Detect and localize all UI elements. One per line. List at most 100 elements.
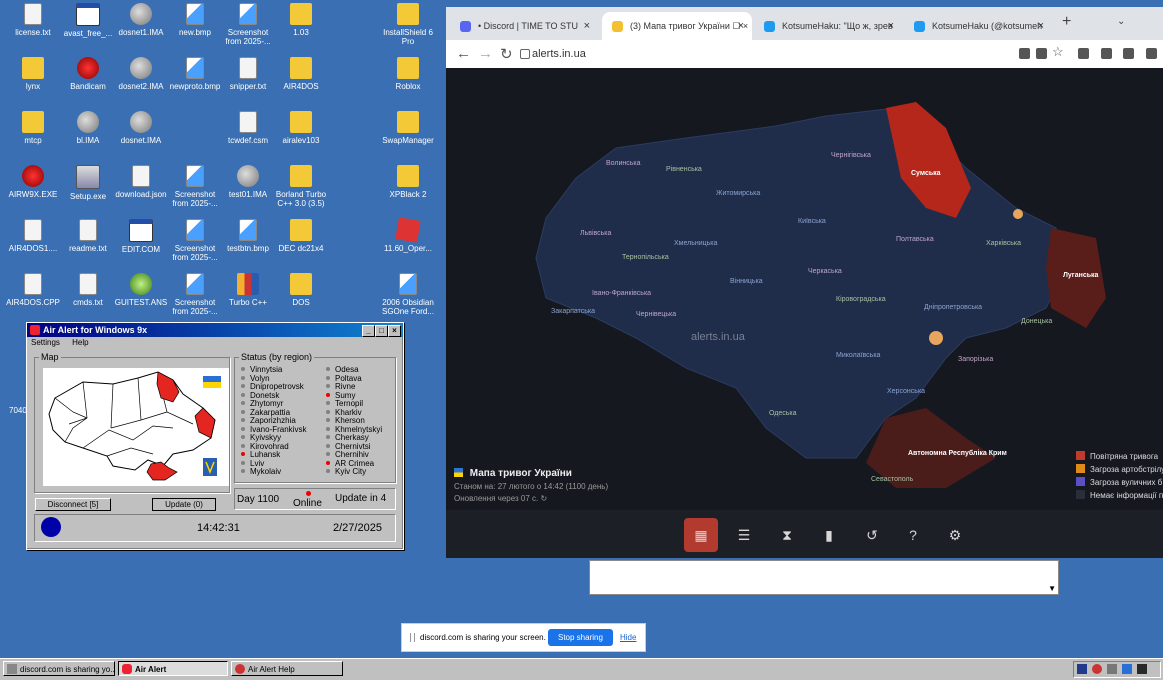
desktop-icon[interactable]: Borland Turbo C++ 3.0 (3.5): [273, 165, 329, 208]
help-icon[interactable]: ?: [896, 518, 930, 552]
list-icon[interactable]: ☰: [727, 518, 761, 552]
address-bar[interactable]: alerts.in.ua: [532, 45, 586, 63]
extensions-icon[interactable]: [1101, 48, 1112, 59]
install-app-icon[interactable]: [1019, 48, 1030, 59]
update-button[interactable]: Update (0): [152, 498, 216, 511]
desktop-icon[interactable]: GUITEST.ANS: [113, 273, 169, 307]
tab-discord[interactable]: • Discord | TIME TO STU ×: [450, 12, 598, 40]
desktop-icon[interactable]: Turbo C++: [220, 273, 276, 307]
map-icon[interactable]: ▦: [684, 518, 718, 552]
menu-help[interactable]: Help: [72, 338, 88, 347]
map-region-label[interactable]: Тернопільська: [622, 254, 669, 261]
lab-icon[interactable]: [1123, 48, 1134, 59]
desktop-icon[interactable]: bl.IMA: [60, 111, 116, 145]
desktop-icon[interactable]: 1.03: [273, 3, 329, 37]
menu-settings[interactable]: Settings: [31, 338, 60, 347]
desktop-icon[interactable]: AIR4DOS: [273, 57, 329, 91]
desktop-icon[interactable]: test01.IMA: [220, 165, 276, 199]
network-icon[interactable]: [1107, 664, 1117, 674]
desktop-icon[interactable]: cmds.txt: [60, 273, 116, 307]
map-region-label[interactable]: Волинська: [606, 160, 641, 167]
new-tab-icon[interactable]: +: [1062, 13, 1071, 31]
desktop-icon[interactable]: InstallShield 6 Pro: [380, 3, 436, 46]
map-region-label[interactable]: Хмельницька: [674, 240, 717, 247]
map-region-label[interactable]: Луганська: [1063, 272, 1098, 279]
site-info-icon[interactable]: [520, 49, 530, 59]
map-region-label[interactable]: Сумська: [911, 170, 941, 177]
hide-button[interactable]: Hide: [620, 624, 636, 651]
map-region-label[interactable]: Донецька: [1021, 318, 1052, 325]
map-region-label[interactable]: Одеська: [769, 410, 797, 417]
desktop-icon[interactable]: testbtn.bmp: [220, 219, 276, 253]
tab-close-icon[interactable]: ×: [584, 12, 590, 40]
tray-app-icon[interactable]: [1092, 664, 1102, 674]
back-icon[interactable]: ←: [456, 45, 471, 62]
minimize-button[interactable]: _: [362, 325, 375, 337]
map-region-label[interactable]: Львівська: [580, 230, 611, 237]
desktop-icon[interactable]: Roblox: [380, 57, 436, 91]
desktop-icon[interactable]: 11.60_Oper...: [380, 217, 436, 253]
air-alert-title-bar[interactable]: Air Alert for Windows 9x _ □ ×: [27, 323, 403, 337]
refresh-icon[interactable]: ↻: [540, 494, 547, 503]
desktop-icon[interactable]: license.txt: [5, 3, 61, 37]
desktop-icon[interactable]: Screenshot from 2025-...: [220, 3, 276, 46]
map-region-label[interactable]: Севастополь: [871, 476, 913, 483]
tab-list-chevron-icon[interactable]: ⌄: [1117, 16, 1125, 27]
desktop-icon[interactable]: snipper.txt: [220, 57, 276, 91]
volume-icon[interactable]: [1122, 664, 1132, 674]
desktop-icon[interactable]: Screenshot from 2025-...: [167, 219, 223, 262]
desktop-icon[interactable]: Setup.exe: [60, 165, 116, 201]
desktop-icon[interactable]: AIR4DOS.CPP: [5, 273, 61, 307]
close-button[interactable]: ×: [388, 325, 401, 337]
keyboard-layout-icon[interactable]: [1077, 664, 1087, 674]
map-region-label[interactable]: Вінницька: [730, 278, 763, 285]
desktop-icon[interactable]: mtcp: [5, 111, 61, 145]
tab-alerts-map[interactable]: (3) Мапа тривог України ☐ × ×: [602, 12, 752, 40]
chart-icon[interactable]: ▮: [812, 518, 846, 552]
taskbar-item-help[interactable]: Air Alert Help: [231, 661, 343, 676]
taskbar-item-discord[interactable]: discord.com is sharing yo...: [3, 661, 115, 676]
desktop-icon[interactable]: download.json: [113, 165, 169, 199]
reload-icon[interactable]: ↻: [500, 45, 513, 63]
desktop-icon[interactable]: Bandicam: [60, 57, 116, 91]
map-region-label[interactable]: Чернівецька: [636, 311, 676, 318]
scroll-down-icon[interactable]: ▼: [1048, 584, 1056, 593]
clock-tray-icon[interactable]: [1137, 664, 1147, 674]
shield-icon[interactable]: [1078, 48, 1089, 59]
map-region-label[interactable]: Херсонська: [887, 388, 925, 395]
map-region-label[interactable]: Івано-Франківська: [592, 290, 651, 297]
tab-close-icon[interactable]: ×: [1038, 12, 1044, 40]
drag-handle-icon[interactable]: [410, 633, 415, 642]
map-region-label[interactable]: Кіровоградська: [836, 296, 886, 303]
desktop-icon[interactable]: DEC dc21x4: [273, 219, 329, 253]
desktop-icon[interactable]: avast_free_...: [60, 3, 116, 38]
desktop-icon[interactable]: dosnet.IMA: [113, 111, 169, 145]
desktop-icon[interactable]: SwapManager: [380, 111, 436, 145]
map-region-label[interactable]: Закарпатська: [551, 308, 595, 315]
map-region-label[interactable]: Миколаївська: [836, 352, 880, 359]
map-region-label[interactable]: Житомирська: [716, 190, 760, 197]
desktop-icon[interactable]: dosnet1.IMA: [113, 3, 169, 37]
taskbar-item-air-alert[interactable]: Air Alert: [118, 661, 228, 676]
desktop-icon[interactable]: new.bmp: [167, 3, 223, 37]
map-region-label[interactable]: Чернігівська: [831, 152, 871, 159]
map-region-label[interactable]: Полтавська: [896, 236, 934, 243]
settings-icon[interactable]: ⚙: [938, 518, 972, 552]
map-region-label[interactable]: Харківська: [986, 240, 1021, 247]
desktop-icon[interactable]: Screenshot from 2025-...: [167, 273, 223, 316]
stop-sharing-button[interactable]: Stop sharing: [548, 629, 613, 646]
share-icon[interactable]: [1036, 48, 1047, 59]
tab-twitter-profile[interactable]: KotsumeHaku (@kotsumeh ×: [904, 12, 1052, 40]
tab-close-icon[interactable]: ×: [738, 12, 744, 40]
maximize-button[interactable]: □: [375, 325, 388, 337]
desktop-icon[interactable]: 2006 Obsidian SGOne Ford...: [380, 273, 436, 316]
disconnect-button[interactable]: Disconnect [5]: [35, 498, 111, 511]
hourglass-icon[interactable]: ⧗: [770, 518, 804, 552]
desktop-icon[interactable]: XPBlack 2: [380, 165, 436, 199]
background-textbox[interactable]: ▼: [589, 560, 1059, 595]
map-region-label[interactable]: Рівненська: [666, 166, 702, 173]
desktop-icon[interactable]: DOS: [273, 273, 329, 307]
desktop-icon[interactable]: Screenshot from 2025-...: [167, 165, 223, 208]
desktop-icon[interactable]: newproto.bmp: [167, 57, 223, 91]
tab-twitter-post[interactable]: KotsumeHaku: "Що ж, зрев ×: [754, 12, 902, 40]
